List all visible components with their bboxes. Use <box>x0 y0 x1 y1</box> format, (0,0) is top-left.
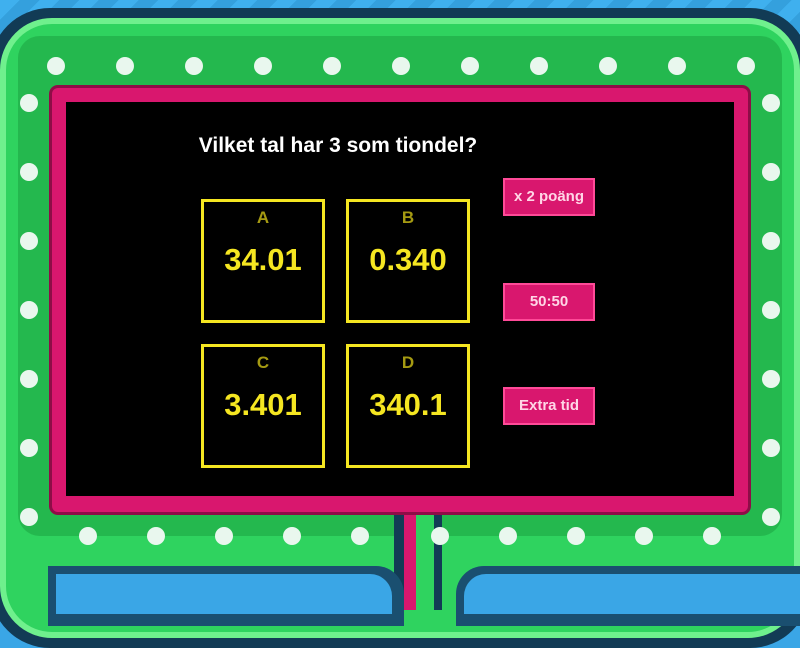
light-bulb <box>703 527 721 545</box>
light-bulb <box>762 439 780 457</box>
light-bulb <box>762 370 780 388</box>
answer-d[interactable]: D 340.1 <box>346 344 470 468</box>
light-bulb <box>392 57 410 75</box>
light-bulb <box>599 57 617 75</box>
answer-letter: C <box>256 353 270 372</box>
answer-c[interactable]: C 3.401 <box>201 344 325 468</box>
fifty-fifty-button[interactable]: 50:50 <box>503 283 595 321</box>
question-text: Vilket tal har 3 som tiondel? <box>198 134 478 157</box>
extra-time-button[interactable]: Extra tid <box>503 387 595 425</box>
light-bulb <box>567 527 585 545</box>
answer-a[interactable]: A 34.01 <box>201 199 325 323</box>
light-bulb <box>254 57 272 75</box>
light-bulb <box>762 508 780 526</box>
light-bulb <box>461 57 479 75</box>
light-bulb <box>762 301 780 319</box>
frame-base-right-inner <box>464 574 800 614</box>
light-bulb <box>47 57 65 75</box>
stem-accent <box>404 500 416 610</box>
light-bulb <box>668 57 686 75</box>
light-bulb <box>499 527 517 545</box>
light-bulb <box>351 527 369 545</box>
light-bulb <box>530 57 548 75</box>
light-bulb <box>215 527 233 545</box>
answer-letter: A <box>256 208 270 227</box>
light-bulb <box>79 527 97 545</box>
answer-value: 34.01 <box>224 242 302 277</box>
light-bulb <box>147 527 165 545</box>
light-bulb <box>762 163 780 181</box>
double-points-button[interactable]: x 2 poäng <box>503 178 595 216</box>
light-bulb <box>762 94 780 112</box>
light-bulb <box>737 57 755 75</box>
answer-value: 0.340 <box>369 242 447 277</box>
light-bulb <box>20 370 38 388</box>
light-bulb <box>20 508 38 526</box>
light-bulb <box>635 527 653 545</box>
answer-b[interactable]: B 0.340 <box>346 199 470 323</box>
light-bulb <box>20 301 38 319</box>
light-bulb <box>323 57 341 75</box>
answer-value: 340.1 <box>369 387 447 422</box>
light-bulb <box>185 57 203 75</box>
light-bulb <box>283 527 301 545</box>
light-bulb <box>20 232 38 250</box>
light-bulb <box>116 57 134 75</box>
light-bulb <box>762 232 780 250</box>
light-bulb <box>20 163 38 181</box>
answer-value: 3.401 <box>224 387 302 422</box>
light-bulb <box>20 439 38 457</box>
frame-base-left-inner <box>56 574 392 614</box>
answer-letter: B <box>401 208 415 227</box>
light-bulb <box>431 527 449 545</box>
light-bulb <box>20 94 38 112</box>
answer-letter: D <box>401 353 415 372</box>
